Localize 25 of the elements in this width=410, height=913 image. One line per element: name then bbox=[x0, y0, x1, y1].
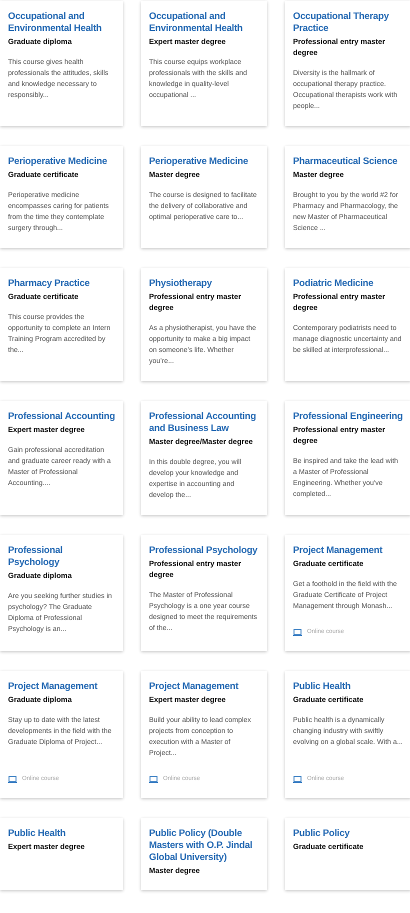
course-title[interactable]: Public Health bbox=[8, 828, 115, 840]
laptop-icon bbox=[293, 776, 302, 783]
course-title[interactable]: Physiotherapy bbox=[149, 278, 259, 290]
course-title[interactable]: Professional Psychology bbox=[8, 545, 115, 569]
course-title[interactable]: Project Management bbox=[8, 681, 115, 693]
course-title[interactable]: Perioperative Medicine bbox=[8, 156, 115, 168]
course-title[interactable]: Professional Engineering bbox=[293, 411, 403, 423]
course-title[interactable]: Occupational Therapy Practice bbox=[293, 11, 403, 35]
course-title[interactable]: Public Health bbox=[293, 681, 403, 693]
course-title[interactable]: Perioperative Medicine bbox=[149, 156, 259, 168]
course-title[interactable]: Public Policy (Double Masters with O.P. Jindal Global University) bbox=[149, 828, 259, 864]
laptop-icon bbox=[293, 629, 302, 636]
course-title[interactable]: Occupational and Environmental Health bbox=[8, 11, 115, 35]
course-title[interactable]: Pharmacy Practice bbox=[8, 278, 115, 290]
course-title[interactable]: Podiatric Medicine bbox=[293, 278, 403, 290]
laptop-icon bbox=[8, 776, 17, 783]
course-title[interactable]: Project Management bbox=[293, 545, 403, 557]
course-title[interactable]: Professional Accounting bbox=[8, 411, 115, 423]
course-title[interactable]: Public Policy bbox=[293, 828, 403, 840]
laptop-icon bbox=[149, 776, 158, 783]
course-title[interactable]: Professional Psychology bbox=[149, 545, 259, 557]
course-title[interactable]: Occupational and Environmental Health bbox=[149, 11, 259, 35]
course-title[interactable]: Project Management bbox=[149, 681, 259, 693]
course-title[interactable]: Professional Accounting and Business Law bbox=[149, 411, 259, 435]
course-title[interactable]: Pharmaceutical Science bbox=[293, 156, 403, 168]
